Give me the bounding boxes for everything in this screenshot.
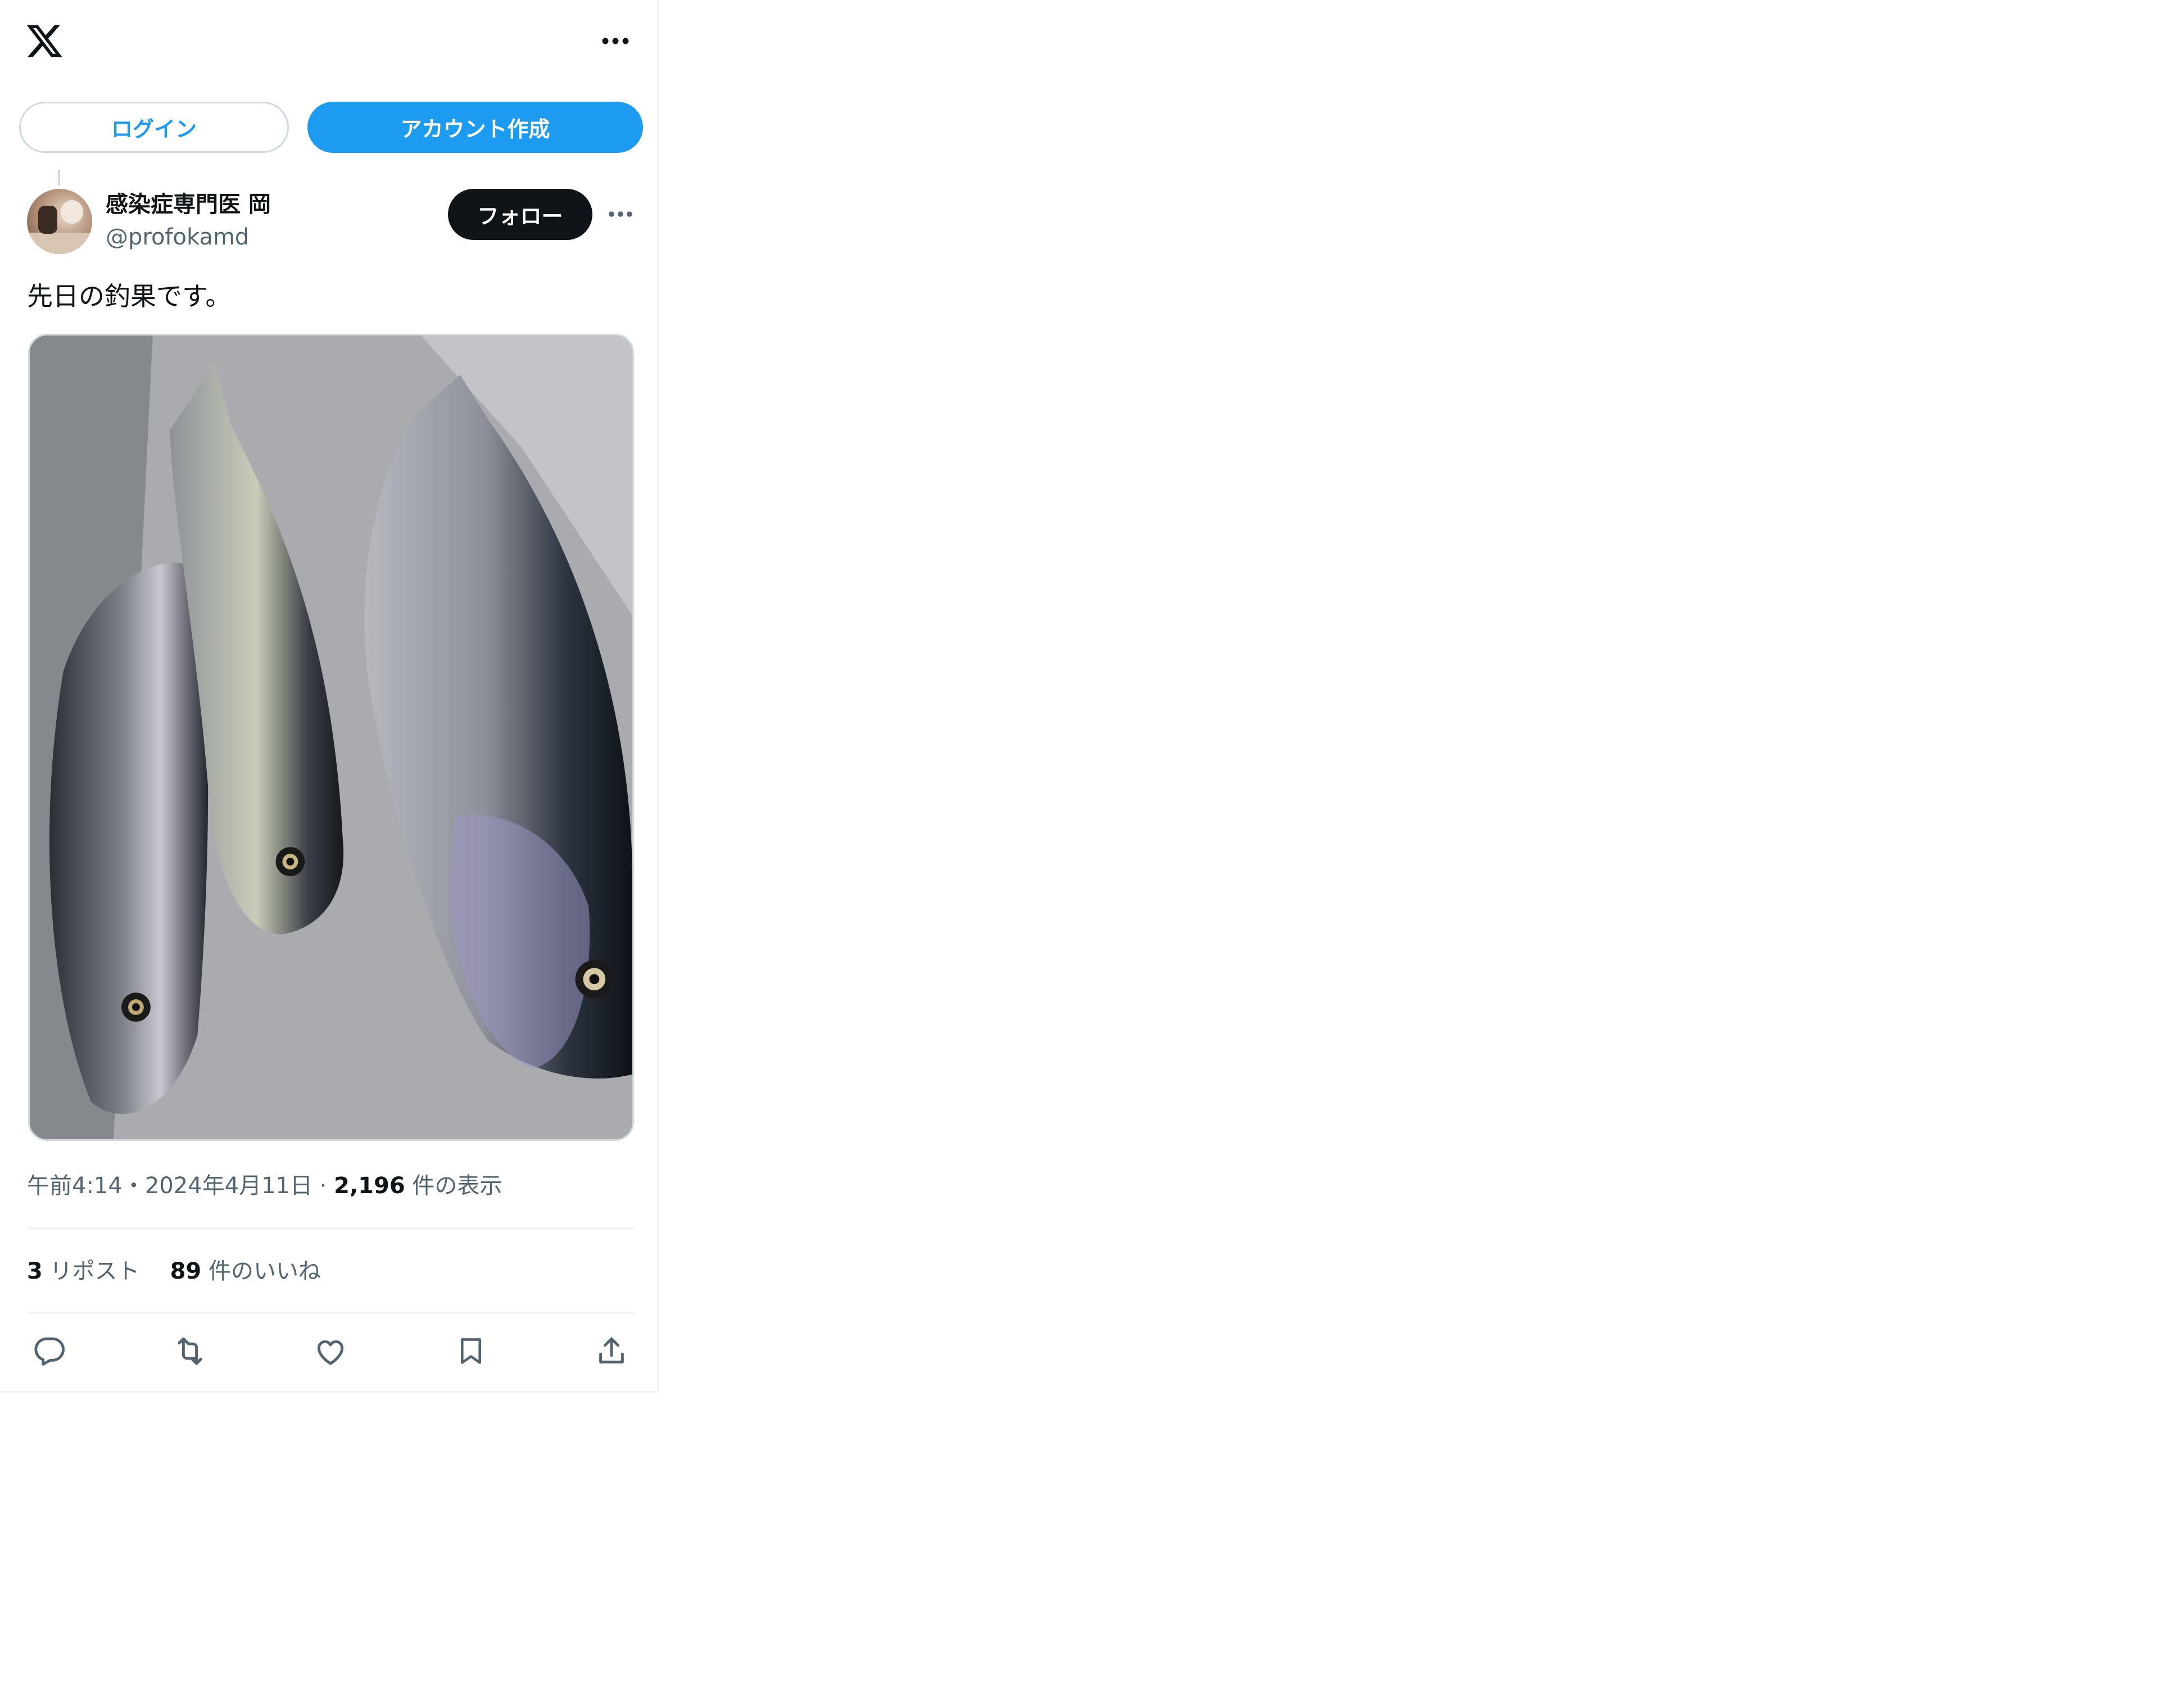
- meta-separator-2: ·: [312, 1173, 334, 1199]
- like-icon[interactable]: [308, 1329, 353, 1374]
- views-label: 件の表示: [412, 1173, 502, 1199]
- tweet-text: 先日の釣果です。: [27, 281, 232, 311]
- tweet-photo[interactable]: [28, 334, 634, 1141]
- share-icon[interactable]: [589, 1329, 634, 1374]
- divider: [27, 1227, 634, 1229]
- meta-separator: ・: [122, 1173, 145, 1199]
- avatar[interactable]: [27, 189, 92, 254]
- likes-count: 89: [170, 1258, 202, 1284]
- reply-icon[interactable]: [27, 1329, 72, 1374]
- repost-icon[interactable]: [167, 1329, 212, 1374]
- action-bar: [27, 1329, 634, 1374]
- author-display-name[interactable]: 感染症専門医 岡: [106, 189, 271, 220]
- reposts-stat[interactable]: 3 リポスト: [27, 1258, 140, 1284]
- tweet-meta: 午前4:14・2024年4月11日 · 2,196 件の表示: [27, 1170, 502, 1202]
- author-handle[interactable]: @profokamd: [106, 221, 249, 253]
- tweet-card: ログイン アカウント作成 感染症専門医 岡 @profokamd フォロー 先日…: [0, 0, 659, 1393]
- login-button[interactable]: ログイン: [19, 102, 289, 153]
- thread-line: [58, 170, 60, 185]
- reposts-label: リポスト: [49, 1258, 140, 1284]
- views-count: 2,196: [334, 1173, 405, 1199]
- follow-button[interactable]: フォロー: [448, 189, 592, 240]
- tweet-stats: 3 リポスト 89 件のいいね: [27, 1256, 321, 1287]
- likes-label: 件のいいね: [208, 1258, 321, 1284]
- bookmark-icon[interactable]: [449, 1329, 493, 1374]
- tweet-date[interactable]: 2024年4月11日: [145, 1173, 312, 1199]
- reposts-count: 3: [27, 1258, 43, 1284]
- divider: [27, 1312, 634, 1313]
- fish-photo-illustration: [30, 336, 632, 1139]
- create-account-button[interactable]: アカウント作成: [307, 102, 643, 153]
- likes-stat[interactable]: 89 件のいいね: [170, 1258, 321, 1284]
- tweet-time[interactable]: 午前4:14: [27, 1173, 123, 1199]
- x-logo-icon[interactable]: [25, 21, 64, 61]
- more-icon[interactable]: [598, 28, 633, 54]
- post-more-icon[interactable]: [605, 202, 636, 226]
